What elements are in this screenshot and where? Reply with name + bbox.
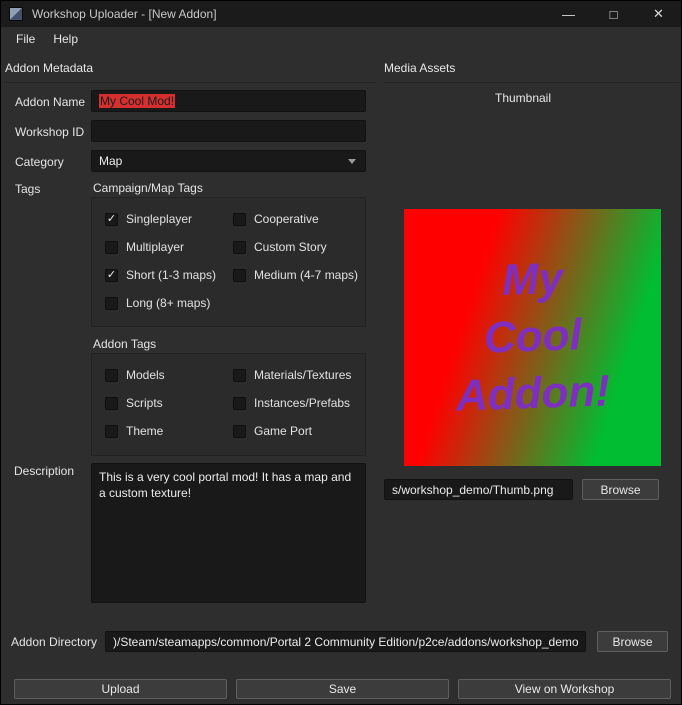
checkbox-models[interactable]: Models bbox=[105, 367, 233, 383]
thumbnail-path-value: s/workshop_demo/Thumb.png bbox=[392, 483, 553, 497]
checkbox-label: Materials/Textures bbox=[254, 368, 351, 382]
checkbox-long-maps[interactable]: Long (8+ maps) bbox=[105, 295, 233, 311]
addon-name-input[interactable]: My Cool Mod! bbox=[91, 90, 366, 112]
checkbox-medium-maps[interactable]: Medium (4-7 maps) bbox=[233, 267, 359, 283]
campaign-tags-title: Campaign/Map Tags bbox=[93, 181, 203, 195]
thumbnail-browse-button[interactable]: Browse bbox=[582, 479, 659, 500]
addon-directory-value: )/Steam/steamapps/common/Portal 2 Commun… bbox=[113, 635, 579, 649]
checkbox-game-port[interactable]: Game Port bbox=[233, 423, 359, 439]
addon-directory-label: Addon Directory bbox=[11, 635, 97, 649]
thumbnail-text-line: My bbox=[501, 253, 564, 308]
minimize-icon[interactable]: — bbox=[546, 1, 591, 27]
checkbox-label: Instances/Prefabs bbox=[254, 396, 350, 410]
thumbnail-text-line: Addon! bbox=[455, 365, 611, 423]
app-icon bbox=[9, 7, 23, 21]
checkbox-icon[interactable] bbox=[233, 369, 246, 382]
checkbox-theme[interactable]: Theme bbox=[105, 423, 233, 439]
addon-tags-groupbox: Models Materials/Textures Scripts Instan… bbox=[91, 353, 366, 456]
window-title: Workshop Uploader - [New Addon] bbox=[32, 7, 217, 21]
menu-help[interactable]: Help bbox=[44, 29, 87, 49]
checkbox-label: Game Port bbox=[254, 424, 312, 438]
addon-metadata-section-title: Addon Metadata bbox=[5, 61, 376, 83]
save-button[interactable]: Save bbox=[236, 679, 449, 699]
thumbnail-text-line: Cool bbox=[483, 309, 583, 365]
thumbnail-label: Thumbnail bbox=[384, 91, 662, 105]
workshop-id-input[interactable] bbox=[91, 120, 366, 142]
checkbox-scripts[interactable]: Scripts bbox=[105, 395, 233, 411]
checkbox-custom-story[interactable]: Custom Story bbox=[233, 239, 359, 255]
checkbox-label: Custom Story bbox=[254, 240, 327, 254]
campaign-tags-grid: ✓ Singleplayer Cooperative Multiplayer C… bbox=[92, 198, 365, 311]
checkbox-label: Multiplayer bbox=[126, 240, 184, 254]
chevron-down-icon bbox=[348, 159, 356, 164]
workshop-uploader-window: Workshop Uploader - [New Addon] — □ ✕ Fi… bbox=[0, 0, 682, 705]
checkbox-icon[interactable]: ✓ bbox=[105, 213, 118, 226]
thumbnail-image: My Cool Addon! bbox=[404, 209, 661, 466]
window-controls: — □ ✕ bbox=[546, 1, 681, 27]
upload-button[interactable]: Upload bbox=[14, 679, 227, 699]
checkbox-icon[interactable]: ✓ bbox=[105, 269, 118, 282]
addon-name-value: My Cool Mod! bbox=[99, 94, 175, 108]
checkbox-singleplayer[interactable]: ✓ Singleplayer bbox=[105, 211, 233, 227]
maximize-icon[interactable]: □ bbox=[591, 1, 636, 27]
category-value: Map bbox=[99, 154, 122, 168]
checkbox-icon[interactable] bbox=[233, 269, 246, 282]
checkbox-label: Medium (4-7 maps) bbox=[254, 268, 358, 282]
addon-tags-title: Addon Tags bbox=[93, 337, 156, 351]
checkbox-icon[interactable] bbox=[233, 425, 246, 438]
checkbox-icon[interactable] bbox=[105, 425, 118, 438]
thumbnail-path-input[interactable]: s/workshop_demo/Thumb.png bbox=[384, 479, 573, 500]
addon-tags-grid: Models Materials/Textures Scripts Instan… bbox=[92, 354, 365, 439]
addon-directory-browse-button[interactable]: Browse bbox=[597, 631, 668, 652]
media-assets-section-title: Media Assets bbox=[384, 61, 679, 83]
category-label: Category bbox=[15, 155, 64, 169]
view-on-workshop-button[interactable]: View on Workshop bbox=[458, 679, 671, 699]
description-textarea[interactable]: This is a very cool portal mod! It has a… bbox=[91, 463, 366, 603]
checkbox-icon[interactable] bbox=[233, 241, 246, 254]
checkbox-label: Theme bbox=[126, 424, 163, 438]
checkbox-label: Cooperative bbox=[254, 212, 319, 226]
checkbox-instances-prefabs[interactable]: Instances/Prefabs bbox=[233, 395, 359, 411]
description-label: Description bbox=[14, 464, 74, 478]
checkbox-label: Scripts bbox=[126, 396, 163, 410]
campaign-tags-groupbox: ✓ Singleplayer Cooperative Multiplayer C… bbox=[91, 197, 366, 327]
checkbox-icon[interactable] bbox=[105, 297, 118, 310]
checkbox-cooperative[interactable]: Cooperative bbox=[233, 211, 359, 227]
tags-label: Tags bbox=[15, 182, 40, 196]
checkbox-icon[interactable] bbox=[233, 397, 246, 410]
checkbox-icon[interactable] bbox=[105, 241, 118, 254]
menu-bar: File Help bbox=[1, 27, 681, 51]
checkbox-multiplayer[interactable]: Multiplayer bbox=[105, 239, 233, 255]
addon-directory-input[interactable]: )/Steam/steamapps/common/Portal 2 Commun… bbox=[105, 631, 586, 652]
close-icon[interactable]: ✕ bbox=[636, 1, 681, 27]
checkbox-label: Long (8+ maps) bbox=[126, 296, 210, 310]
title-bar: Workshop Uploader - [New Addon] — □ ✕ bbox=[1, 1, 681, 27]
checkbox-label: Models bbox=[126, 368, 165, 382]
checkbox-icon[interactable] bbox=[105, 397, 118, 410]
checkbox-icon[interactable] bbox=[233, 213, 246, 226]
addon-name-label: Addon Name bbox=[15, 95, 85, 109]
menu-file[interactable]: File bbox=[7, 29, 44, 49]
checkbox-materials-textures[interactable]: Materials/Textures bbox=[233, 367, 359, 383]
category-dropdown[interactable]: Map bbox=[91, 150, 366, 172]
checkbox-icon[interactable] bbox=[105, 369, 118, 382]
workshop-id-label: Workshop ID bbox=[15, 125, 84, 139]
checkbox-label: Short (1-3 maps) bbox=[126, 268, 216, 282]
checkbox-short-maps[interactable]: ✓ Short (1-3 maps) bbox=[105, 267, 233, 283]
checkbox-label: Singleplayer bbox=[126, 212, 192, 226]
